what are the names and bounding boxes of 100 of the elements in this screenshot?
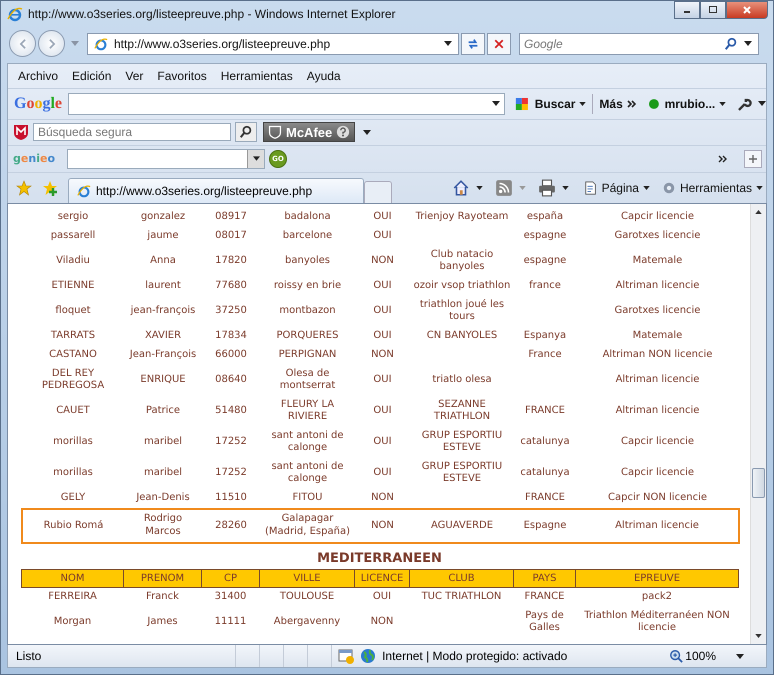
table-cell: FLEURY LA RIVIERE (280, 398, 334, 422)
table-cell: 08640 (215, 374, 247, 386)
menu-item[interactable]: Herramientas (220, 68, 293, 83)
close-button[interactable] (726, 1, 768, 19)
table-cell: Rodrigo Marcos (144, 513, 182, 537)
search-field[interactable]: Búsqueda segura (33, 123, 231, 142)
search-field[interactable] (67, 148, 265, 169)
up-arrow-icon[interactable] (755, 210, 762, 214)
table-cell: Viladiu (56, 255, 90, 266)
table-cell: Capcir NON licencie (608, 492, 707, 504)
caret-icon[interactable] (476, 186, 483, 190)
popup-blocked-icon[interactable] (338, 648, 354, 664)
forward-button[interactable] (38, 30, 65, 58)
caret-icon[interactable] (562, 186, 569, 190)
caret-icon (579, 102, 586, 106)
mcafee-button[interactable]: McAfee (263, 122, 356, 142)
table-cell: ENRIQUE (140, 374, 186, 386)
column-header: CLUB (410, 569, 514, 588)
print-icon[interactable] (538, 178, 556, 197)
menu-item[interactable]: Edición (72, 68, 112, 83)
table-cell: Matemale (632, 255, 682, 266)
squares-icon (514, 96, 529, 111)
tools-menu-button[interactable]: Herramientas (658, 180, 766, 195)
account-button[interactable]: mrubio... (662, 96, 728, 111)
table-cell: OUI (373, 230, 392, 242)
caret-icon[interactable] (744, 41, 752, 46)
maximize-button[interactable] (700, 1, 726, 19)
table-cell: FRANCE (524, 591, 564, 602)
column-header: CP (202, 569, 260, 588)
table-cell: triatlo olesa (432, 374, 492, 386)
table-cell: espagne (524, 255, 566, 266)
page-icon (77, 184, 91, 198)
table-cell: GRUP ESPORTIU ESTEVE (422, 430, 502, 454)
table-cell: Jean-Denis (136, 492, 190, 504)
caret-icon[interactable] (758, 101, 766, 106)
table-cell: NON (371, 492, 394, 504)
search-field[interactable]: Google (519, 32, 759, 55)
scroll-thumb[interactable] (752, 468, 765, 498)
table-cell: 66000 (215, 349, 247, 360)
table-cell: jaume (147, 230, 179, 242)
table-cell: PORQUERES (276, 330, 338, 342)
table-cell: SEZANNE TRIATHLON (434, 398, 490, 422)
page-menu-button[interactable]: Página (580, 180, 653, 195)
table-cell: FITOU (292, 492, 322, 504)
stop-button[interactable] (487, 32, 511, 55)
column-header: NOM (22, 569, 124, 588)
table-cell: NON (371, 255, 394, 266)
caret-icon (719, 102, 726, 106)
table-cell: maribel (144, 467, 182, 478)
table-cell: Galapagar (Madrid, España) (265, 513, 350, 537)
minimize-button[interactable] (674, 1, 700, 19)
favorites-star-icon[interactable] (16, 180, 32, 196)
home-icon[interactable] (452, 178, 470, 197)
table-cell: Jean-François (130, 349, 196, 360)
caret-icon[interactable] (444, 41, 452, 46)
feed-icon[interactable] (494, 178, 513, 197)
table-cell: NON (371, 349, 394, 360)
caret-icon[interactable] (252, 156, 260, 162)
caret-icon[interactable] (736, 654, 744, 659)
menu-item[interactable]: Favoritos (157, 68, 207, 83)
add-button[interactable] (744, 150, 762, 168)
menu-item[interactable]: Ver (125, 68, 144, 83)
search-field[interactable] (68, 92, 505, 115)
table-cell: 08017 (215, 230, 247, 242)
table-cell: Capcir licencie (621, 467, 694, 478)
caret-icon[interactable] (363, 130, 372, 135)
refresh-arrows-icon (466, 36, 480, 51)
menu-item[interactable]: Ayuda (306, 68, 341, 83)
refresh-button[interactable] (461, 32, 485, 55)
table-cell: CASTANO (49, 349, 97, 360)
table-cell: 17834 (215, 330, 247, 342)
table-cell: Pays de Galles (525, 610, 564, 634)
column-header: LICENCE (354, 569, 410, 588)
table-cell: 37250 (215, 305, 247, 316)
browser-icon (7, 6, 23, 22)
table-cell: CN BANYOLES (426, 330, 498, 342)
table-cell: Capcir licencie (621, 211, 694, 222)
back-button[interactable] (9, 30, 36, 58)
table-cell: 51480 (215, 405, 247, 416)
search-button[interactable] (235, 122, 257, 142)
search-button[interactable]: Buscar (532, 96, 588, 111)
more-button[interactable]: Más (597, 96, 639, 111)
zoom-button[interactable]: 100% (669, 649, 716, 664)
add-favorite-icon[interactable] (42, 180, 58, 196)
table-cell: OUI (373, 211, 392, 222)
address-field[interactable]: http://www.o3series.org/listeepreuve.php (87, 32, 459, 55)
menu-item[interactable]: Archivo (18, 68, 58, 83)
table-cell: Altriman NON licencie (602, 349, 712, 360)
table-cell: catalunya (520, 436, 570, 448)
caret-icon[interactable] (492, 101, 500, 106)
caret-icon (642, 186, 650, 190)
chevron-icon[interactable] (718, 154, 728, 163)
search-icon[interactable] (724, 36, 738, 51)
zoom-icon (669, 649, 684, 664)
page-icon (94, 36, 108, 51)
table-cell: Morgan (54, 616, 92, 628)
scrollbar[interactable] (750, 204, 766, 644)
table-cell: Rubio Romá (44, 520, 104, 531)
down-arrow-icon[interactable] (755, 634, 762, 638)
browser-tab[interactable]: http://www.o3series.org/listeepreuve.php (68, 178, 364, 203)
